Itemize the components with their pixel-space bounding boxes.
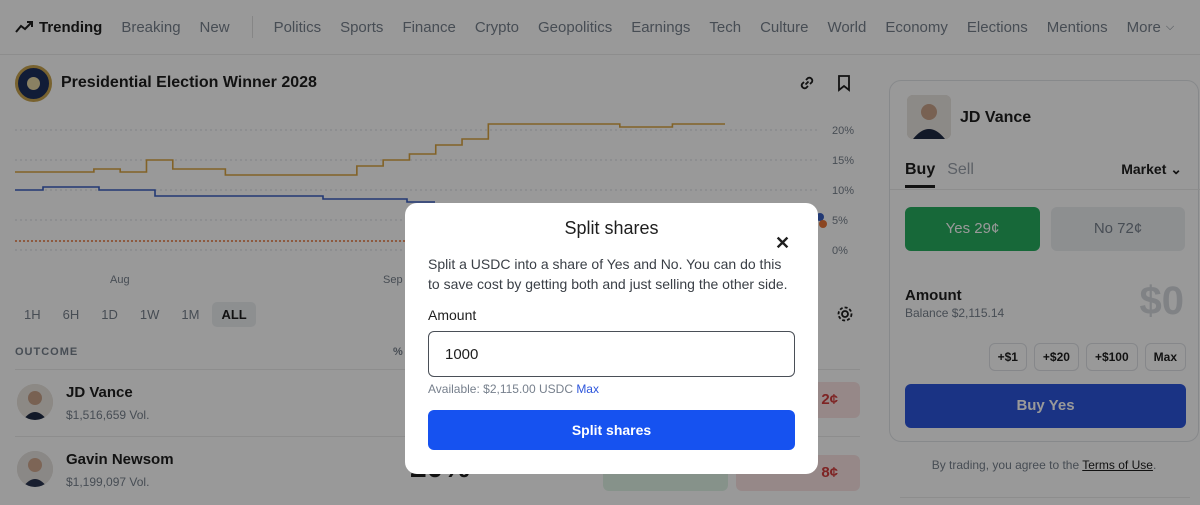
modal-title: Split shares xyxy=(564,218,659,238)
split-shares-modal: Split shares ✕ Split a USDC into a share… xyxy=(405,203,818,474)
amount-field-label: Amount xyxy=(428,307,477,323)
split-shares-button[interactable]: Split shares xyxy=(428,410,795,450)
amount-field[interactable] xyxy=(428,331,795,377)
close-icon[interactable]: ✕ xyxy=(775,233,790,254)
modal-description: Split a USDC into a share of Yes and No.… xyxy=(428,256,788,292)
available-balance: Available: $2,115.00 USDC Max xyxy=(428,382,599,396)
max-link[interactable]: Max xyxy=(576,382,599,396)
available-text: Available: $2,115.00 USDC xyxy=(428,382,577,396)
